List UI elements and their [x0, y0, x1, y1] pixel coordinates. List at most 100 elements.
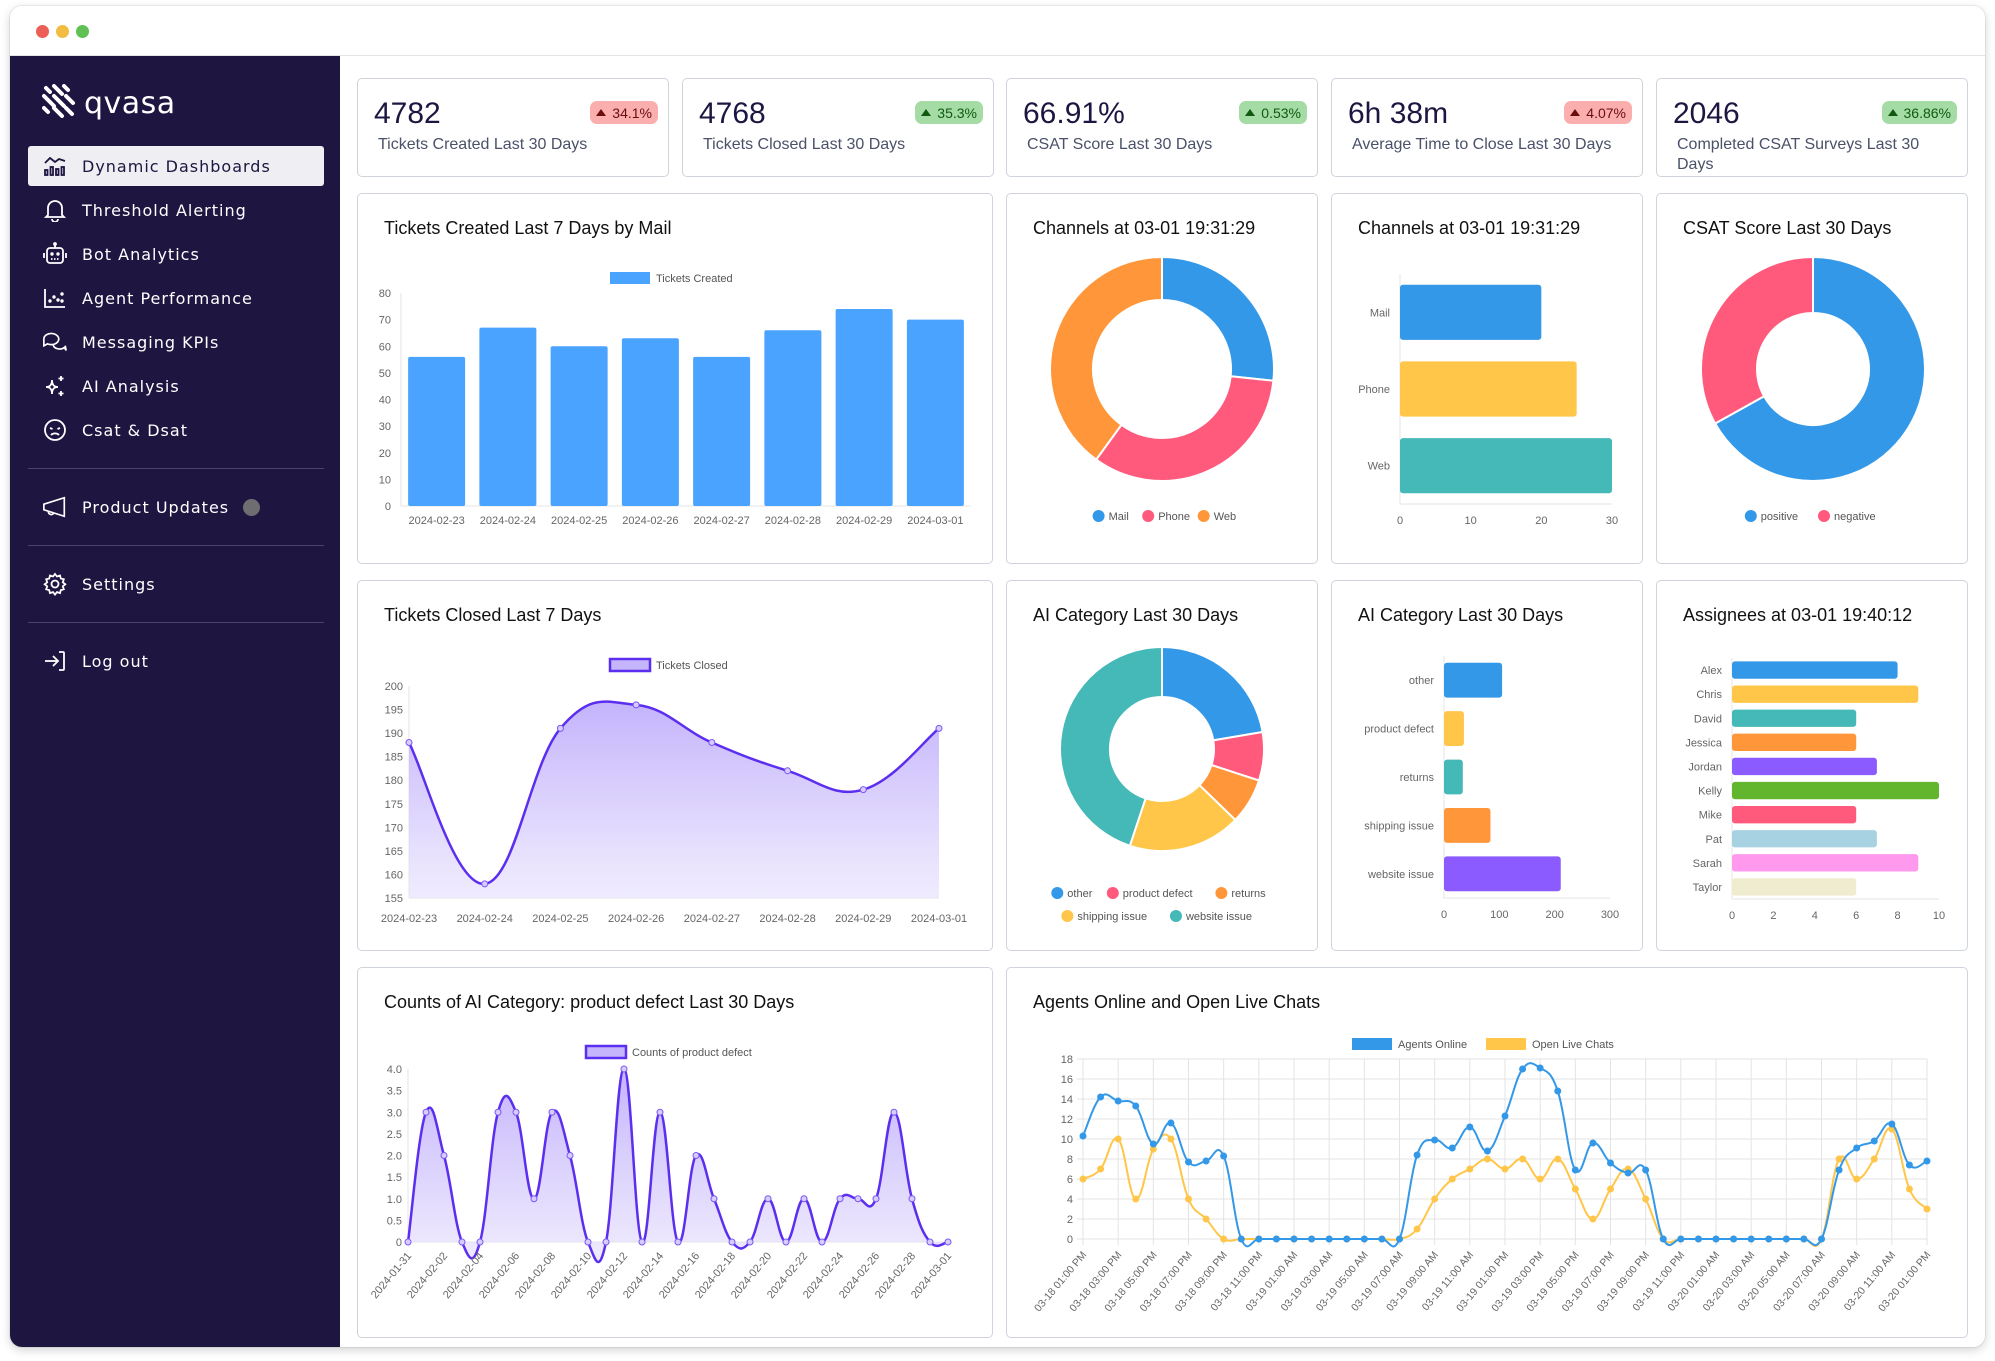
minimize-window-button[interactable]: [56, 25, 69, 38]
dashboard: 4782 Tickets Created Last 30 Days 34.1% …: [340, 56, 1985, 1347]
data-point: [566, 1152, 574, 1159]
chart-card-agents-chats: Agents Online and Open Live Chats Agents…: [1006, 967, 1968, 1338]
sad-face-icon: [42, 417, 68, 443]
y-tick-label: shipping issue: [1364, 820, 1434, 832]
data-point: [710, 1195, 718, 1203]
y-tick-label: Taylor: [1693, 882, 1723, 894]
legend-swatch: [1169, 910, 1182, 922]
data-point: [836, 1195, 844, 1203]
logo[interactable]: qvasa: [42, 84, 176, 123]
data-point: [728, 1238, 736, 1246]
sidebar-item-messaging-kpis[interactable]: Messaging KPIs: [28, 322, 324, 362]
donut-slice: [1049, 255, 1163, 462]
trend-up-icon: [1570, 109, 1581, 116]
data-point: [1747, 1235, 1755, 1243]
kpi-delta-value: 4.07%: [1586, 104, 1626, 121]
data-point: [1255, 1235, 1263, 1243]
x-tick-label: 8: [1895, 910, 1901, 922]
data-point: [422, 1108, 430, 1116]
sidebar-item-dynamic-dashboards[interactable]: Dynamic Dashboards: [28, 146, 324, 186]
assignees-bar-chart: 0 2 4 6 8 10 Alex Chris David Jessica Jordan Kelly M…: [1685, 658, 1945, 922]
data-point: [692, 1152, 700, 1159]
sidebar-item-label: Settings: [82, 574, 156, 594]
area-fill: [409, 701, 939, 898]
x-tick-label: 2024-02-25: [551, 515, 607, 527]
sidebar-item-csat-dsat[interactable]: Csat & Dsat: [28, 410, 324, 450]
data-point: [854, 1195, 862, 1203]
legend-swatch: [1818, 510, 1830, 522]
robot-icon: [42, 241, 68, 267]
y-tick-label: 18: [1061, 1054, 1073, 1066]
y-tick-label: 70: [379, 315, 391, 327]
legend-label: Phone: [1158, 511, 1190, 523]
data-point: [1712, 1235, 1720, 1243]
legend-swatch: [1197, 510, 1210, 522]
y-tick-label: returns: [1400, 772, 1435, 784]
sidebar: qvasa Dynamic Dashboards Threshold Alert…: [10, 56, 340, 1347]
maximize-window-button[interactable]: [76, 25, 89, 38]
data-point: [872, 1195, 880, 1203]
y-tick-label: other: [1409, 675, 1434, 687]
kpi-label: Tickets Closed Last 30 Days: [703, 136, 906, 153]
data-point: [602, 1238, 610, 1246]
y-tick-label: Jessica: [1685, 737, 1723, 749]
legend-label: Counts of product defect: [632, 1047, 752, 1059]
data-point: [1132, 1195, 1140, 1203]
chart-analytics-icon: [42, 153, 68, 179]
data-point: [1114, 1135, 1122, 1143]
data-point: [746, 1238, 754, 1246]
sidebar-item-logout[interactable]: Log out: [28, 641, 324, 681]
sidebar-item-bot-analytics[interactable]: Bot Analytics: [28, 234, 324, 274]
bar: [621, 338, 679, 506]
app-window: qvasa Dynamic Dashboards Threshold Alert…: [10, 6, 1985, 1347]
data-point: [784, 767, 792, 775]
data-point: [1360, 1235, 1368, 1243]
bar: [1400, 284, 1542, 340]
x-tick-label: 2024-02-23: [408, 515, 464, 527]
legend-label: returns: [1231, 888, 1266, 900]
y-tick-label: 155: [385, 893, 403, 905]
bar: [1732, 878, 1857, 896]
data-point: [1607, 1185, 1614, 1193]
sidebar-item-agent-performance[interactable]: Agent Performance: [28, 278, 324, 318]
kpi-label: Tickets Created Last 30 Days: [378, 136, 588, 153]
data-point: [1448, 1175, 1456, 1183]
bar: [906, 319, 964, 506]
y-tick-label: 3.5: [387, 1086, 402, 1098]
data-point: [1202, 1215, 1210, 1223]
kpi-value: 66.91%: [1023, 97, 1125, 130]
data-point: [494, 1108, 502, 1116]
bell-icon: [42, 197, 68, 223]
y-tick-label: Mail: [1370, 307, 1390, 319]
sidebar-item-ai-analysis[interactable]: AI Analysis: [28, 366, 324, 406]
x-tick-label: 0: [1441, 909, 1447, 921]
sidebar-item-settings[interactable]: Settings: [28, 564, 324, 604]
sidebar-item-label: Messaging KPIs: [82, 332, 220, 352]
close-window-button[interactable]: [36, 25, 49, 38]
x-tick-label: 0: [1397, 515, 1403, 527]
sidebar-nav: Dynamic Dashboards Threshold Alerting Bo…: [28, 146, 324, 685]
data-point: [926, 1238, 934, 1246]
data-point: [548, 1108, 556, 1116]
data-point: [1114, 1097, 1122, 1105]
data-point: [944, 1238, 952, 1246]
x-tick-label: 2024-02-26: [608, 913, 664, 925]
sidebar-item-threshold-alerting[interactable]: Threshold Alerting: [28, 190, 324, 230]
bar: [1444, 807, 1491, 843]
y-tick-label: 30: [379, 421, 391, 433]
data-point: [656, 1108, 664, 1116]
kpi-delta-value: 34.1%: [612, 104, 652, 121]
bar: [1732, 781, 1939, 800]
sidebar-item-product-updates[interactable]: Product Updates: [28, 487, 324, 527]
legend-swatch: [608, 657, 652, 673]
legend-swatch: [1215, 887, 1228, 899]
data-point: [1536, 1175, 1544, 1183]
data-point: [1624, 1169, 1632, 1177]
scatter-plot-icon: [42, 285, 68, 311]
legend-swatch: [1061, 910, 1074, 922]
bar: [1732, 757, 1877, 776]
x-tick-label: 6: [1853, 910, 1859, 922]
x-tick-label: 2024-02-23: [381, 913, 437, 925]
kpi-card: 6h 38m Average Time to Close Last 30 Day…: [1331, 78, 1643, 177]
channels-bar-chart: 0 10 20 30 Mail Phone Web: [1358, 274, 1618, 527]
